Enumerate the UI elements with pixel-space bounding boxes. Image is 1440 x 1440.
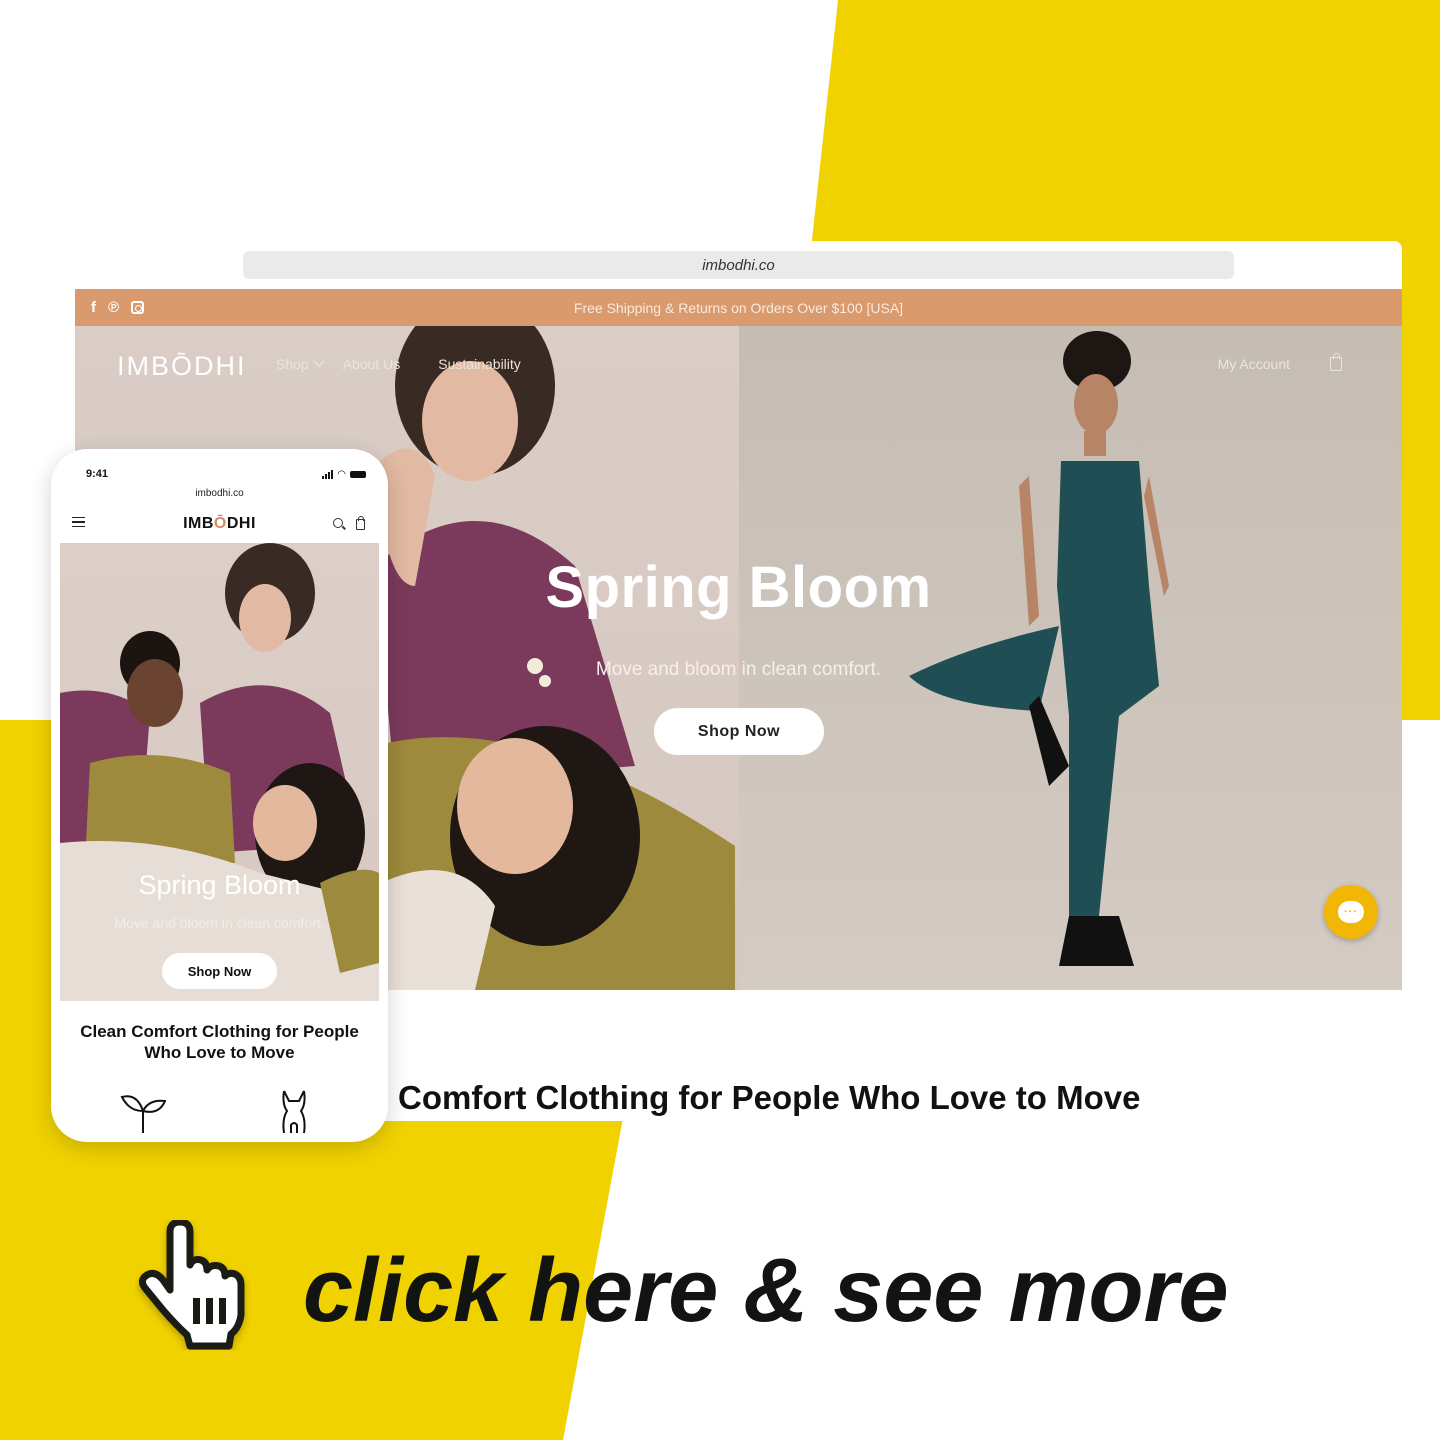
click-here-cta[interactable]: click here & see more (0, 1220, 1440, 1360)
nav-link-shop[interactable]: Shop (276, 356, 325, 372)
facebook-icon[interactable]: f (91, 299, 96, 316)
mobile-shop-now-button[interactable]: Shop Now (162, 953, 277, 989)
social-links: f ℗ (91, 289, 145, 326)
sprout-icon (120, 1095, 167, 1133)
mobile-hero-title: Spring Bloom (138, 870, 301, 900)
chat-button[interactable]: ··· (1324, 885, 1378, 939)
nav-links: Shop About Us Sustainability (276, 356, 521, 372)
nav-right-actions: My Account (1218, 353, 1342, 372)
shop-now-button[interactable]: Shop Now (654, 708, 824, 755)
signal-icon (322, 470, 334, 479)
cta-text[interactable]: click here & see more (303, 1240, 1229, 1343)
mobile-section-heading: Clean Comfort Clothing for People Who Lo… (80, 1022, 359, 1062)
instagram-icon[interactable] (131, 301, 145, 314)
hero-image-pose (739, 326, 1402, 990)
nav-link-sustainability[interactable]: Sustainability (438, 356, 521, 372)
announcement-text: Free Shipping & Returns on Orders Over $… (573, 299, 904, 316)
shopping-bag-icon[interactable] (356, 516, 365, 530)
chevron-down-icon (313, 360, 325, 368)
site-logo[interactable]: IMBŌDHI (117, 351, 247, 382)
shopping-bag-icon[interactable] (1330, 353, 1342, 371)
nav-link-about-us[interactable]: About Us (343, 356, 401, 372)
chat-bubble-icon: ··· (1338, 901, 1364, 923)
status-time: 9:41 (86, 468, 109, 480)
mobile-hero-banner: Spring Bloom Move and bloom in clean com… (60, 543, 379, 1001)
address-bar[interactable]: imbodhi.co (243, 251, 1234, 279)
battery-icon (350, 471, 366, 478)
wifi-icon: ◠ (337, 469, 346, 480)
bodysuit-icon (282, 1090, 306, 1134)
mobile-group-photo-placeholder (60, 543, 379, 1001)
pinterest-icon[interactable]: ℗ (108, 299, 119, 316)
mobile-url[interactable]: imbodhi.co (51, 488, 388, 499)
status-icons: ◠ (322, 469, 366, 480)
yoga-pose-photo-placeholder (909, 331, 1169, 966)
section-tagline: Comfort Clothing for People Who Love to … (398, 1079, 1141, 1116)
my-account-link[interactable]: My Account (1218, 356, 1290, 372)
site-navigation: IMBŌDHI Shop About Us Sustainability My … (75, 326, 1402, 406)
announcement-bar: f ℗ Free Shipping & Returns on Orders Ov… (75, 289, 1402, 326)
url-text: imbodhi.co (702, 256, 775, 274)
mobile-phone-mockup: 9:41 ◠ imbodhi.co IMBŌDHI Spring Bloom M… (51, 449, 388, 1142)
pointing-hand-cursor-icon (138, 1220, 245, 1350)
mobile-hero-subtitle: Move and bloom in clean comfort. (114, 915, 325, 931)
search-icon[interactable] (333, 518, 343, 528)
